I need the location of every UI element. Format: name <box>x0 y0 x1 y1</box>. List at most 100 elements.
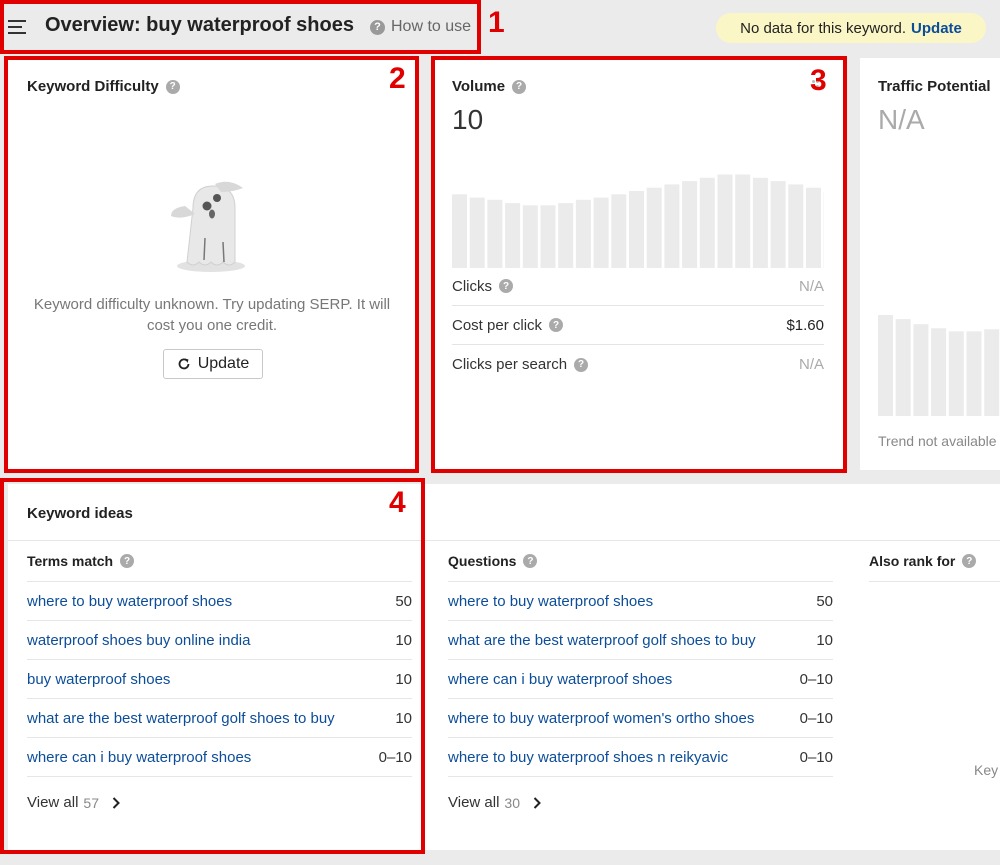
help-icon[interactable]: ? <box>165 79 180 94</box>
volume-card: Volume ? 10 Clicks? N/A Cost per click? … <box>434 58 844 470</box>
page-title: Overview: buy waterproof shoes <box>45 14 354 36</box>
keyword-link[interactable]: where to buy waterproof shoes <box>448 593 653 610</box>
trend-bar <box>788 184 804 268</box>
keyword-volume: 0–10 <box>799 670 833 688</box>
trend-bar <box>682 181 698 268</box>
list-item: buy waterproof shoes 10 <box>27 660 412 699</box>
keyword-link[interactable]: where can i buy waterproof shoes <box>27 749 251 766</box>
traffic-potential-card: Traffic Potential N/A Trend not availabl… <box>860 58 1000 470</box>
keyword-volume: 10 <box>395 709 412 727</box>
list-item: what are the best waterproof golf shoes … <box>448 621 833 660</box>
keyword-difficulty-message: Keyword difficulty unknown. Try updating… <box>33 296 391 334</box>
terms-match-title: Terms match ? <box>27 553 135 569</box>
trend-bar <box>735 174 751 268</box>
volume-label: Volume <box>452 78 506 95</box>
trend-bar <box>593 197 609 268</box>
trend-bar <box>664 184 680 268</box>
list-item: waterproof shoes buy online india 10 <box>27 621 412 660</box>
trend-not-available-text: Trend not available <box>878 433 997 449</box>
how-to-use-label: How to use <box>391 18 472 35</box>
help-icon[interactable]: ? <box>512 79 527 94</box>
trend-bar <box>469 197 485 268</box>
help-icon[interactable]: ? <box>499 279 513 293</box>
trend-bar <box>984 329 1000 416</box>
list-item: where to buy waterproof shoes 50 <box>448 582 833 621</box>
update-link[interactable]: Update <box>911 20 962 37</box>
keyword-link[interactable]: where to buy waterproof women's ortho sh… <box>448 710 754 727</box>
keyword-volume: 0–10 <box>378 748 412 766</box>
trend-bar <box>806 187 821 268</box>
traffic-potential-title: Traffic Potential <box>878 78 991 95</box>
traffic-potential-value: N/A <box>878 104 925 135</box>
trend-bar <box>629 191 644 268</box>
list-item: where can i buy waterproof shoes 0–10 <box>27 738 412 777</box>
trend-bar <box>895 319 911 416</box>
keyword-link[interactable]: where to buy waterproof shoes <box>27 593 232 610</box>
trend-bar <box>878 315 893 416</box>
clicks-value: N/A <box>798 277 824 295</box>
keyword-link[interactable]: where can i buy waterproof shoes <box>448 671 672 688</box>
list-item: where to buy waterproof women's ortho sh… <box>448 699 833 738</box>
help-icon[interactable]: ? <box>549 318 564 332</box>
also-rank-for-label: Also rank for <box>869 553 956 569</box>
keyword-volume: 50 <box>395 592 412 610</box>
chevron-right-icon <box>112 796 120 809</box>
trend-bar <box>540 205 556 268</box>
help-icon[interactable]: ? <box>574 357 589 372</box>
hamburger-icon[interactable] <box>8 20 28 36</box>
keyword-ideas-title: Keyword ideas <box>27 505 133 522</box>
keyword-volume: 10 <box>395 670 412 688</box>
keyword-difficulty-title: Keyword Difficulty ? <box>27 78 180 95</box>
ghost-illustration <box>171 181 245 272</box>
keyword-link[interactable]: what are the best waterproof golf shoes … <box>448 632 756 649</box>
help-icon: ? <box>370 19 385 35</box>
refresh-icon <box>178 358 190 370</box>
update-button[interactable]: Update <box>163 349 263 379</box>
help-icon[interactable]: ? <box>120 554 135 568</box>
list-item: where to buy waterproof shoes 50 <box>27 582 412 621</box>
metric-row-clicks: Clicks? N/A <box>452 267 824 306</box>
view-all-count: 30 <box>504 794 520 811</box>
trend-bar <box>646 187 662 268</box>
trend-bar <box>966 331 982 416</box>
view-all-count: 57 <box>83 794 99 811</box>
keyword-link[interactable]: where to buy waterproof shoes n reikyavi… <box>448 749 728 766</box>
annotation-number-4: 4 <box>389 486 406 519</box>
view-all-label: View all <box>448 794 500 811</box>
view-all-terms-match-link[interactable]: View all 57 <box>27 794 120 811</box>
trend-bar <box>611 194 627 268</box>
trend-bar <box>558 203 574 268</box>
keyword-link[interactable]: buy waterproof shoes <box>27 671 170 688</box>
help-icon[interactable]: ? <box>523 554 538 568</box>
questions-label: Questions <box>448 553 517 569</box>
metric-row-cost-per-click: Cost per click? $1.60 <box>452 306 824 345</box>
keyword-volume: 0–10 <box>799 709 833 727</box>
keyword-volume: 0–10 <box>799 748 833 766</box>
no-data-banner: No data for this keyword. Update <box>716 13 986 43</box>
help-icon[interactable]: ? <box>962 554 977 568</box>
clicks-label: Clicks <box>452 277 492 295</box>
keyword-volume: 50 <box>816 592 833 610</box>
annotation-number-2: 2 <box>389 62 406 95</box>
list-item: where can i buy waterproof shoes 0–10 <box>448 660 833 699</box>
terms-match-label: Terms match <box>27 553 114 569</box>
update-button-label: Update <box>197 355 250 372</box>
questions-title: Questions ? <box>448 553 538 569</box>
how-to-use-link[interactable]: ? How to use <box>370 18 471 36</box>
trend-bar <box>452 194 467 268</box>
also-rank-for-title: Also rank for ? <box>869 553 977 569</box>
cost-per-click-label: Cost per click <box>452 316 543 334</box>
volume-title: Volume ? <box>452 78 527 95</box>
keyword-link[interactable]: what are the best waterproof golf shoes … <box>27 710 335 727</box>
view-all-label: View all <box>27 794 79 811</box>
divider <box>869 581 1000 582</box>
trend-bar <box>913 324 929 416</box>
also-rank-for-partial-text: Key <box>974 762 999 778</box>
annotation-number-3: 3 <box>810 64 827 97</box>
trend-bar <box>717 174 733 268</box>
cost-per-click-value: $1.60 <box>786 316 824 334</box>
view-all-questions-link[interactable]: View all 30 <box>448 794 541 811</box>
keyword-link[interactable]: waterproof shoes buy online india <box>27 632 250 649</box>
trend-bar <box>752 177 768 268</box>
trend-bar <box>770 181 786 268</box>
